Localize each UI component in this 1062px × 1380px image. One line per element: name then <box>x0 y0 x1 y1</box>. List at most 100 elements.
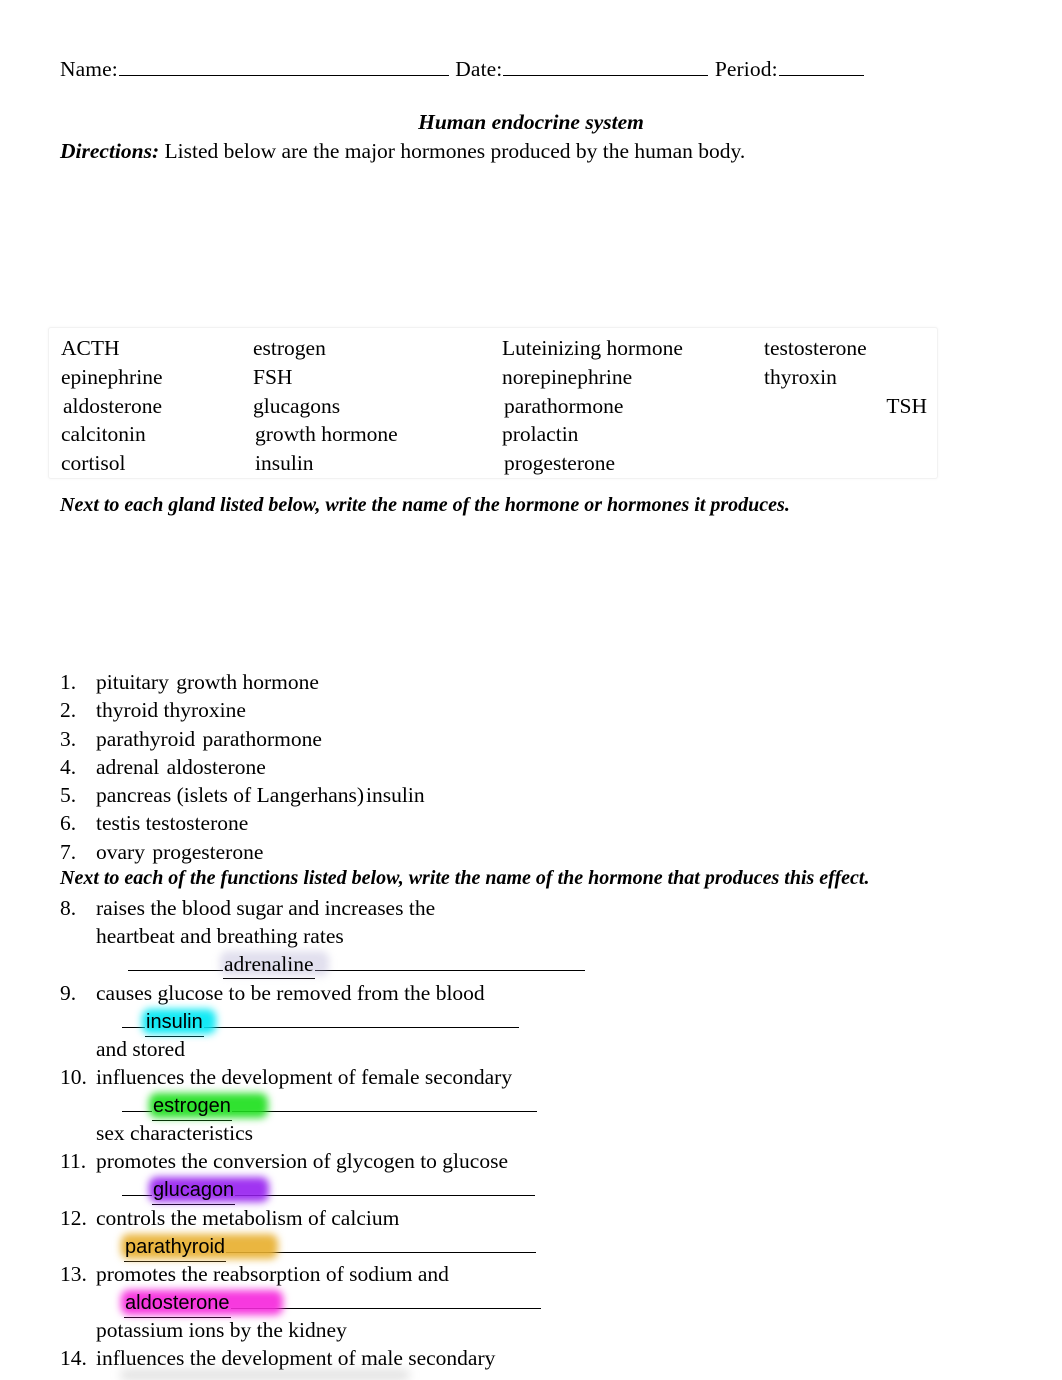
function-text: influences the development of female sec… <box>96 1065 513 1089</box>
answer-text: adrenaline <box>224 952 314 976</box>
item-number: 1. <box>60 670 77 694</box>
gland-name: testis <box>96 811 146 836</box>
word-bank-column-4: testosterone thyroxin TSH <box>762 334 927 420</box>
word-bank-item: Luteinizing hormone <box>502 334 683 363</box>
word-aldosterone-highlight: aldosterone <box>61 392 164 421</box>
answer-lead-rule[interactable] <box>122 1175 152 1196</box>
item-number: 7. <box>60 839 77 864</box>
function-item-9-line3: and stored <box>96 1037 185 1061</box>
date-label: Date: <box>455 57 503 81</box>
word-bank-item: thyroxin <box>762 363 927 392</box>
item-number: 14. <box>60 1346 87 1370</box>
answer-field-12[interactable]: parathyroid <box>124 1233 227 1263</box>
gland-name: pancreas (islets of Langerhans) <box>96 783 365 808</box>
function-item-10: 10. influences the development of female … <box>60 1063 512 1091</box>
function-text: promotes the conversion of glycogen to g… <box>96 1149 508 1173</box>
word-bank-item: aldosterone <box>61 392 164 421</box>
function-item-9: 9. causes glucose to be removed from the … <box>60 979 485 1007</box>
function-item-12: 12. controls the metabolism of calcium <box>60 1204 399 1232</box>
functions-directions: Next to each of the functions listed bel… <box>60 867 870 889</box>
gland-answer: testosterone <box>145 811 249 836</box>
word-testosterone-highlight: testosterone <box>762 334 869 363</box>
answer-field-10[interactable]: estrogen <box>152 1092 232 1122</box>
gland-answer-highlight: insulin <box>364 781 427 809</box>
word-bank-item: growth hormone <box>253 420 400 449</box>
answer-field-8[interactable]: adrenaline <box>223 950 315 980</box>
word-bank-item: parathormone <box>502 392 683 421</box>
gland-answer-highlight: aldosterone <box>165 753 268 781</box>
gland-name: ovary <box>96 839 151 864</box>
item-number: 13. <box>60 1262 87 1286</box>
word-bank-item: norepinephrine <box>502 363 683 392</box>
function-text: controls the metabolism of calcium <box>96 1206 400 1230</box>
answer-row-9: insulin <box>122 1007 519 1038</box>
word-calcitonin: calcitonin <box>61 422 146 447</box>
gland-answer: aldosterone <box>166 754 266 779</box>
list-item: 3. parathyroid parathormone <box>60 725 427 753</box>
answer-text: parathyroid <box>125 1236 226 1258</box>
word-growth-hormone-highlight: growth hormone <box>253 420 400 449</box>
word-bank-item: insulin <box>253 449 400 478</box>
word-insulin-highlight: insulin <box>253 449 316 478</box>
word-bank-item: cortisol <box>61 449 164 478</box>
item-number: 3. <box>60 726 77 751</box>
word-epinephrine: epinephrine <box>61 364 163 389</box>
answer-field-9[interactable]: insulin <box>145 1008 204 1038</box>
word-progesterone-highlight: progesterone <box>502 449 617 478</box>
word-glucagons: glucagons <box>253 393 341 418</box>
list-item: 2. thyroid thyroxine <box>60 696 427 724</box>
gland-answer: insulin <box>366 783 425 808</box>
list-item: 1. pituitary growth hormone <box>60 668 427 696</box>
word-bank-item: glucagons <box>253 392 400 421</box>
list-item: 4. adrenal aldosterone <box>60 753 427 781</box>
word-parathormone: parathormone <box>504 393 624 418</box>
gland-answer: growth hormone <box>176 670 319 694</box>
item-number: 8. <box>60 896 77 920</box>
function-text: raises the blood sugar and increases the <box>96 896 436 920</box>
function-item-13: 13. promotes the reabsorption of sodium a… <box>60 1260 449 1288</box>
answer-trail-rule[interactable] <box>203 1007 519 1028</box>
word-bank-column-2: estrogen FSH glucagons growth hormone in… <box>253 334 400 478</box>
item-number: 4. <box>60 754 77 779</box>
gland-answer: progesterone <box>152 839 264 864</box>
period-blank[interactable] <box>778 58 864 76</box>
list-item: 5. pancreas (islets of Langerhans)insulin <box>60 781 427 809</box>
directions-text: Listed below are the major hormones prod… <box>159 139 746 163</box>
answer-text: glucagon <box>153 1179 235 1201</box>
list-item: 6. testis testosterone <box>60 809 427 837</box>
directions-line: Directions: Listed below are the major h… <box>60 138 745 164</box>
gland-name: thyroid <box>96 698 164 723</box>
name-blank[interactable] <box>118 58 449 76</box>
answer-row-12: parathyroid <box>124 1232 537 1263</box>
word-aldosterone: aldosterone <box>63 393 163 418</box>
word-prolactin: prolactin <box>502 422 579 447</box>
answer-lead-rule[interactable] <box>122 1091 152 1112</box>
word-bank-item: ACTH <box>61 334 164 363</box>
function-item-14: 14. influences the development of male se… <box>60 1344 495 1372</box>
word-cortisol: cortisol <box>61 451 126 476</box>
answer-lead-rule[interactable] <box>128 950 223 971</box>
answer-trail-rule[interactable] <box>231 1091 537 1112</box>
student-info-line: Name: Date: Period: <box>60 56 865 82</box>
gland-answer-highlight: growth hormone <box>174 668 321 696</box>
item-number: 11. <box>60 1149 87 1173</box>
date-blank[interactable] <box>503 58 709 76</box>
word-bank-item: prolactin <box>502 420 683 449</box>
worksheet-page: Name: Date: Period: Human endocrine syst… <box>0 0 1062 1380</box>
word-bank-item: epinephrine <box>61 363 164 392</box>
word-progesterone: progesterone <box>504 451 616 476</box>
function-item-11: 11. promotes the conversion of glycogen t… <box>60 1147 508 1175</box>
item-number: 6. <box>60 811 77 836</box>
answer-row-13: aldosterone <box>124 1288 541 1319</box>
answer-field-13[interactable]: aldosterone <box>124 1289 231 1319</box>
answer-trail-rule[interactable] <box>235 1175 536 1196</box>
page-title: Human endocrine system <box>418 110 644 134</box>
clipped-highlight-remnant <box>120 1370 410 1380</box>
gland-answer-list: 1. pituitary growth hormone 2. thyroid thy… <box>60 668 427 866</box>
answer-trail-rule[interactable] <box>314 950 585 971</box>
answer-field-11[interactable]: glucagon <box>152 1176 236 1206</box>
word-bank-item: progesterone <box>502 449 683 478</box>
word-bank-box: ACTH epinephrine aldosterone calcitonin … <box>48 327 938 479</box>
word-testosterone: testosterone <box>764 336 867 360</box>
function-text: influences the development of male secon… <box>96 1346 496 1370</box>
